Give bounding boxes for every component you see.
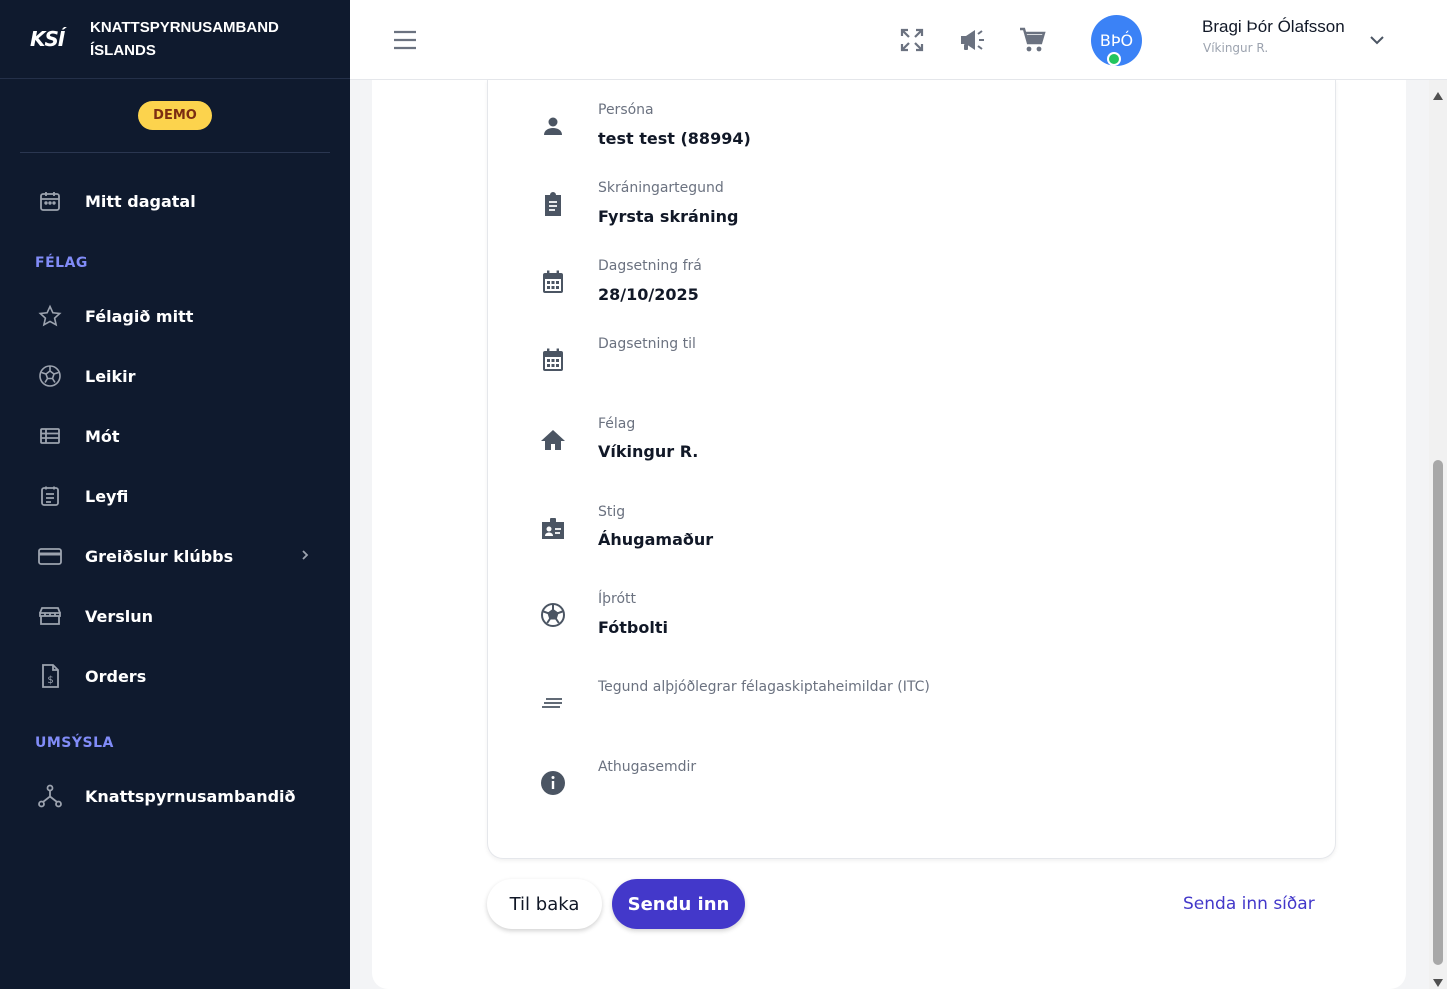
scroll-down-arrow-icon[interactable] xyxy=(1432,973,1444,989)
field-label: Stig xyxy=(598,504,626,520)
fullscreen-icon[interactable] xyxy=(898,26,926,58)
sidebar-item-label: Félagið mitt xyxy=(85,306,194,326)
chevron-right-icon[interactable] xyxy=(300,547,310,567)
badge-icon xyxy=(539,514,567,542)
soccer-ball-icon xyxy=(36,362,64,390)
field-label: Dagsetning frá xyxy=(598,258,702,274)
menu-toggle-icon[interactable] xyxy=(392,28,418,56)
sidebar-item-label: Knattspyrnusambandið xyxy=(85,786,296,806)
field-label: Tegund alþjóðlegrar félagaskiptaheimilda… xyxy=(598,679,930,695)
section-club: FÉLAG xyxy=(35,255,88,271)
field-value: test test (88994) xyxy=(598,129,751,148)
submit-later-link[interactable]: Senda inn síðar xyxy=(1183,894,1315,914)
user-name[interactable]: Bragi Þór Ólafsson xyxy=(1202,17,1345,37)
field-value: Fyrsta skráning xyxy=(598,207,739,226)
sidebar-item-label: Leyfi xyxy=(85,486,129,506)
scrollbar[interactable] xyxy=(1429,80,1447,989)
credit-card-icon xyxy=(36,542,64,570)
field-label: Íþrótt xyxy=(598,591,637,607)
clipboard-icon xyxy=(539,190,567,218)
submit-button[interactable]: Sendu inn xyxy=(612,879,745,929)
sidebar-item-calendar[interactable]: Mitt dagatal xyxy=(0,181,350,221)
calendar-icon xyxy=(36,187,64,215)
sidebar: KSÍ KNATTSPYRNUSAMBAND ÍSLANDS DEMO Mitt… xyxy=(0,0,350,989)
hierarchy-icon xyxy=(36,782,64,810)
online-status-dot xyxy=(1107,52,1121,66)
lines-icon xyxy=(539,689,567,717)
scroll-up-arrow-icon[interactable] xyxy=(1432,86,1444,105)
calendar-icon xyxy=(539,268,567,296)
brand[interactable]: KSÍ KNATTSPYRNUSAMBAND ÍSLANDS xyxy=(0,0,350,79)
field-value: Áhugamaður xyxy=(598,530,714,549)
calendar-icon xyxy=(539,346,567,374)
list-icon xyxy=(36,422,64,450)
demo-badge: DEMO xyxy=(138,101,212,130)
sidebar-item-label: Verslun xyxy=(85,606,154,626)
person-icon xyxy=(539,112,567,140)
brand-name-line1: KNATTSPYRNUSAMBAND xyxy=(90,19,279,36)
sidebar-item-orders[interactable]: $ Orders xyxy=(0,656,350,696)
back-button[interactable]: Til baka xyxy=(487,879,602,929)
scroll-thumb[interactable] xyxy=(1433,460,1443,965)
field-value: 28/10/2025 xyxy=(598,285,699,304)
sidebar-item-store[interactable]: Verslun xyxy=(0,596,350,636)
sidebar-item-games[interactable]: Leikir xyxy=(0,356,350,396)
sidebar-item-label: Orders xyxy=(85,666,147,686)
info-icon xyxy=(539,769,567,797)
field-value: Fótbolti xyxy=(598,618,668,637)
field-label: Athugasemdir xyxy=(598,759,697,775)
sidebar-item-label: Leikir xyxy=(85,366,136,386)
sidebar-item-my-club[interactable]: Félagið mitt xyxy=(0,296,350,336)
chevron-down-icon[interactable] xyxy=(1367,30,1387,54)
brand-name: KNATTSPYRNUSAMBAND ÍSLANDS xyxy=(90,16,290,62)
svg-text:$: $ xyxy=(47,675,53,686)
field-label: Skráningartegund xyxy=(598,180,724,196)
home-icon xyxy=(539,426,567,454)
field-label: Félag xyxy=(598,416,636,432)
sidebar-item-label: Greiðslur klúbbs xyxy=(85,546,234,566)
summary-card: Persóna test test (88994) Skráningartegu… xyxy=(487,80,1336,859)
field-value: Víkingur R. xyxy=(598,442,699,461)
brand-name-line2: ÍSLANDS xyxy=(90,42,156,59)
top-header: BÞÓ Bragi Þór Ólafsson Víkingur R. xyxy=(350,0,1447,80)
section-admin: UMSÝSLA xyxy=(35,735,114,751)
field-label: Dagsetning til xyxy=(598,336,696,352)
sidebar-item-federation[interactable]: Knattspyrnusambandið xyxy=(0,776,350,816)
sidebar-item-tournaments[interactable]: Mót xyxy=(0,416,350,456)
store-icon xyxy=(36,602,64,630)
star-icon xyxy=(36,302,64,330)
sidebar-item-label: Mót xyxy=(85,426,120,446)
sidebar-item-club-payments[interactable]: Greiðslur klúbbs xyxy=(0,536,350,576)
ksi-logo: KSÍ xyxy=(30,27,65,51)
sidebar-item-licenses[interactable]: Leyfi xyxy=(0,476,350,516)
demo-wrap: DEMO xyxy=(20,79,330,153)
user-club: Víkingur R. xyxy=(1203,41,1269,55)
soccer-ball-icon xyxy=(539,601,567,629)
field-label: Persóna xyxy=(598,102,654,118)
megaphone-icon[interactable] xyxy=(958,26,988,58)
sidebar-item-label: Mitt dagatal xyxy=(85,191,196,211)
invoice-icon: $ xyxy=(36,662,64,690)
document-icon xyxy=(36,482,64,510)
cart-icon[interactable] xyxy=(1018,26,1046,58)
